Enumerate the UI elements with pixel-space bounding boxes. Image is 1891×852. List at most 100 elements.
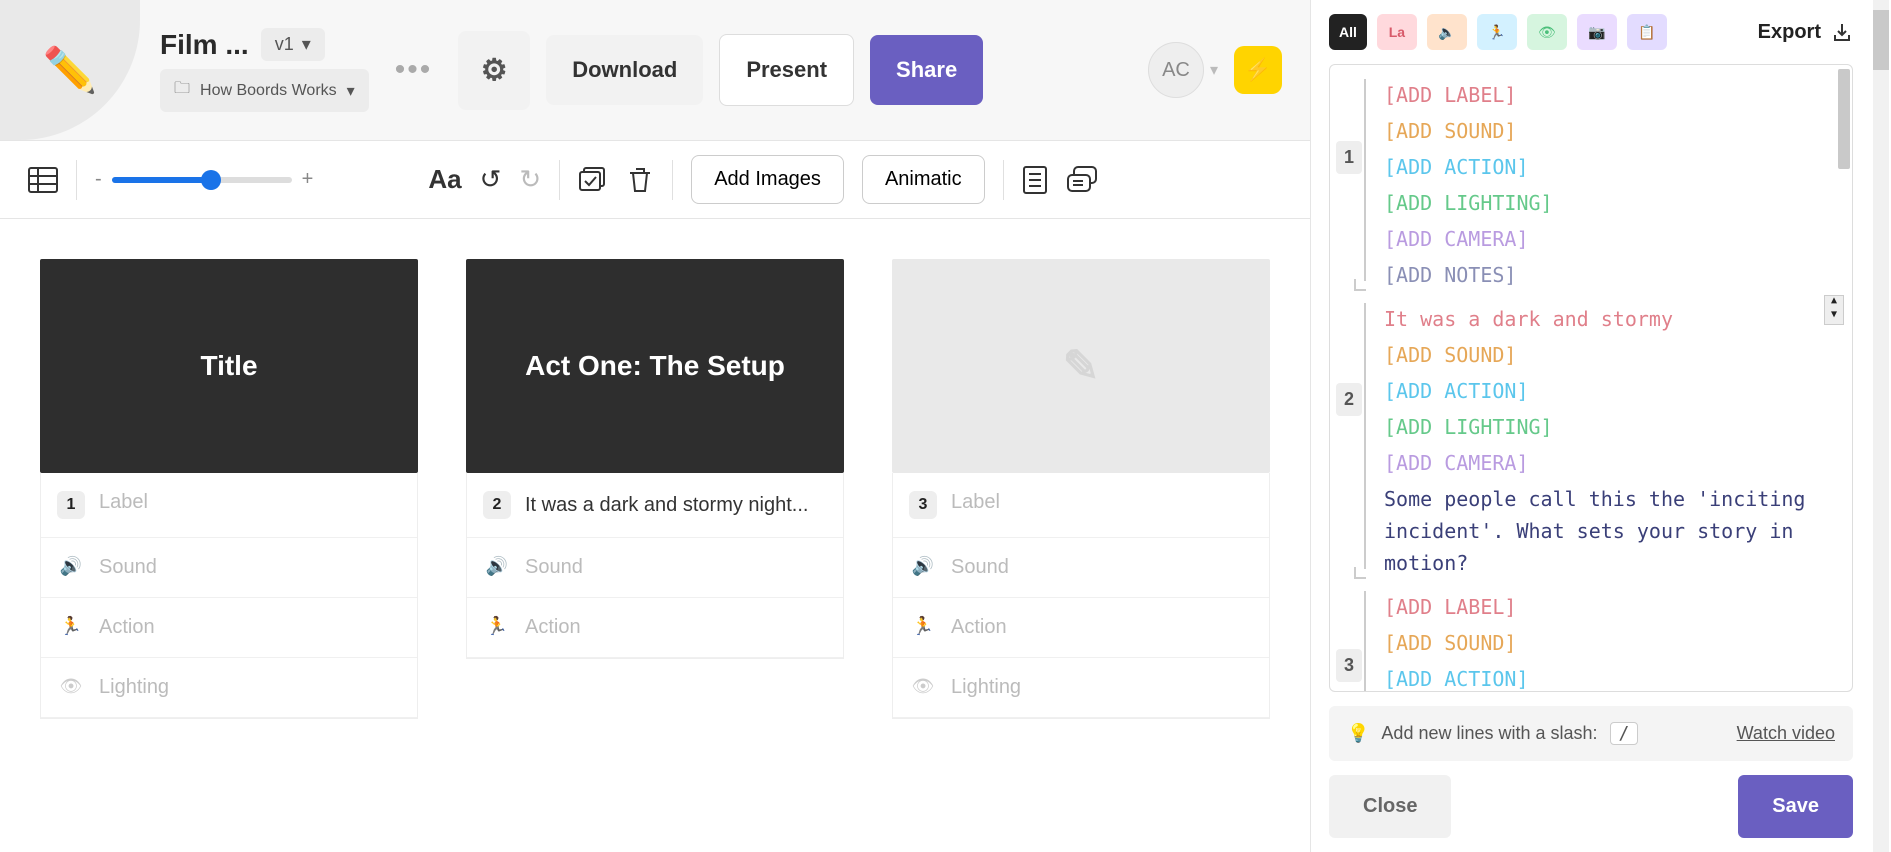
frame-action-placeholder: Action (99, 616, 155, 639)
editor-add-camera[interactable]: [ADD CAMERA] (1384, 223, 1842, 255)
frame-action-row[interactable]: 🏃 Action (41, 598, 417, 658)
frame-lighting-row[interactable]: 👁 Lighting (41, 658, 417, 718)
sound-icon: 🔈 (1438, 24, 1455, 41)
filter-all[interactable]: All (1329, 14, 1367, 50)
folder-dropdown[interactable]: 🗀 How Boords Works ▾ (160, 69, 369, 112)
editor-label-text[interactable]: It was a dark and stormy (1384, 303, 1842, 335)
editor-add-lighting[interactable]: [ADD LIGHTING] (1384, 187, 1842, 219)
zoom-thumb[interactable] (201, 170, 221, 190)
select-all-icon[interactable] (578, 166, 608, 194)
frame-image[interactable]: Act One: The Setup (466, 259, 844, 473)
filter-notes[interactable]: 📋 (1627, 14, 1667, 50)
panel-scrollbar[interactable] (1873, 0, 1889, 852)
frame-image-text: Act One: The Setup (525, 350, 785, 382)
frame-image-empty[interactable]: ✎ (892, 259, 1270, 473)
editor-add-action[interactable]: [ADD ACTION] (1384, 375, 1842, 407)
present-button[interactable]: Present (719, 34, 854, 106)
more-menu[interactable]: ••• (385, 53, 443, 87)
editor-scrollbar[interactable] (1836, 65, 1852, 691)
version-label: v1 (275, 34, 294, 55)
frame-card[interactable]: ✎ 3 Label 🔊 Sound 🏃 Action (892, 259, 1270, 719)
frame-card[interactable]: Act One: The Setup 2 It was a dark and s… (466, 259, 844, 719)
project-title[interactable]: Film ... (160, 29, 249, 61)
editor-add-notes[interactable]: [ADD NOTES] (1384, 259, 1842, 291)
frame-lighting-row[interactable]: 👁 Lighting (893, 658, 1269, 718)
editor-add-lighting[interactable]: [ADD LIGHTING] (1384, 411, 1842, 443)
frame-action-row[interactable]: 🏃 Action (467, 598, 843, 658)
zoom-in[interactable]: + (302, 168, 314, 191)
sound-icon: 🔊 (57, 556, 85, 577)
action-icon: 🏃 (57, 616, 85, 637)
header: ✏️ Film ... v1 ▾ 🗀 How Boords Works ▾ ••… (0, 0, 1310, 140)
frame-lighting-placeholder: Lighting (99, 676, 169, 699)
editor-add-action[interactable]: [ADD ACTION] (1384, 151, 1842, 183)
folder-label: How Boords Works (200, 81, 337, 100)
filter-camera[interactable]: 📷 (1577, 14, 1617, 50)
zoom-out[interactable]: - (95, 168, 102, 191)
stepper[interactable]: ▲▼ (1824, 295, 1844, 325)
frame-label-row[interactable]: 3 Label (893, 473, 1269, 538)
upgrade-button[interactable]: ⚡ (1234, 46, 1282, 94)
eye-icon: 👁 (1538, 24, 1556, 41)
chevron-down-icon: ▾ (347, 81, 355, 101)
redo-icon[interactable]: ↻ (519, 164, 541, 195)
app-logo[interactable]: ✏️ (0, 0, 140, 140)
editor-add-label[interactable]: [ADD LABEL] (1384, 591, 1842, 623)
comments-icon[interactable] (1066, 165, 1098, 195)
download-button[interactable]: Download (546, 35, 703, 105)
filter-lighting[interactable]: 👁 (1527, 14, 1567, 50)
pencil-icon: ✎ (1063, 341, 1100, 392)
script-editor[interactable]: 1 [ADD LABEL] [ADD SOUND] [ADD ACTION] [… (1329, 64, 1853, 692)
editor-add-sound[interactable]: [ADD SOUND] (1384, 115, 1842, 147)
action-icon: 🏃 (909, 616, 937, 637)
account-menu[interactable]: AC ▾ (1148, 42, 1218, 98)
lightbulb-icon: 💡 (1347, 723, 1369, 744)
notes-panel-icon[interactable] (1022, 165, 1048, 195)
filter-sound[interactable]: 🔈 (1427, 14, 1467, 50)
version-dropdown[interactable]: v1 ▾ (261, 28, 325, 61)
filter-action[interactable]: 🏃 (1477, 14, 1517, 50)
hint-slash: / (1610, 722, 1639, 745)
watch-video-link[interactable]: Watch video (1737, 723, 1835, 744)
gear-icon: ⚙ (481, 53, 508, 88)
animatic-button[interactable]: Animatic (862, 155, 985, 204)
editor-add-sound[interactable]: [ADD SOUND] (1384, 339, 1842, 371)
editor-add-sound[interactable]: [ADD SOUND] (1384, 627, 1842, 659)
frame-lighting-placeholder: Lighting (951, 676, 1021, 699)
frame-sound-row[interactable]: 🔊 Sound (467, 538, 843, 598)
frame-label-placeholder: Label (951, 491, 1000, 514)
close-button[interactable]: Close (1329, 775, 1451, 838)
frame-label-row[interactable]: 1 Label (41, 473, 417, 538)
frame-label-row[interactable]: 2 It was a dark and stormy night... (467, 473, 843, 538)
canvas[interactable]: Title 1 Label 🔊 Sound 🏃 Action (0, 219, 1310, 852)
export-button[interactable]: Export (1758, 21, 1873, 44)
lighting-icon: 👁 (909, 676, 937, 697)
frame-sound-row[interactable]: 🔊 Sound (41, 538, 417, 598)
editor-notes-text[interactable]: Some people call this the 'inciting inci… (1384, 483, 1842, 579)
grid-view-icon[interactable] (28, 167, 58, 193)
trash-icon[interactable] (626, 165, 654, 195)
zoom-track[interactable] (112, 177, 292, 183)
lighting-icon: 👁 (57, 676, 85, 697)
hint-text: Add new lines with a slash: (1381, 723, 1597, 744)
editor-add-label[interactable]: [ADD LABEL] (1384, 79, 1842, 111)
pencil-icon: ✏️ (43, 44, 98, 96)
frame-image[interactable]: Title (40, 259, 418, 473)
filter-label[interactable]: La (1377, 14, 1417, 50)
frame-action-row[interactable]: 🏃 Action (893, 598, 1269, 658)
save-button[interactable]: Save (1738, 775, 1853, 838)
undo-icon[interactable]: ↺ (480, 164, 502, 195)
frame-image-text: Title (200, 350, 257, 382)
frame-sound-placeholder: Sound (951, 556, 1009, 579)
add-images-button[interactable]: Add Images (691, 155, 844, 204)
frame-card[interactable]: Title 1 Label 🔊 Sound 🏃 Action (40, 259, 418, 719)
text-tool-icon[interactable]: Aa (428, 164, 461, 195)
frame-sound-row[interactable]: 🔊 Sound (893, 538, 1269, 598)
avatar-initials: AC (1162, 59, 1190, 82)
zoom-slider[interactable]: - + (95, 168, 313, 191)
share-button[interactable]: Share (870, 35, 983, 105)
settings-button[interactable]: ⚙ (458, 31, 530, 110)
avatar: AC (1148, 42, 1204, 98)
editor-add-camera[interactable]: [ADD CAMERA] (1384, 447, 1842, 479)
editor-add-action[interactable]: [ADD ACTION] (1384, 663, 1842, 692)
